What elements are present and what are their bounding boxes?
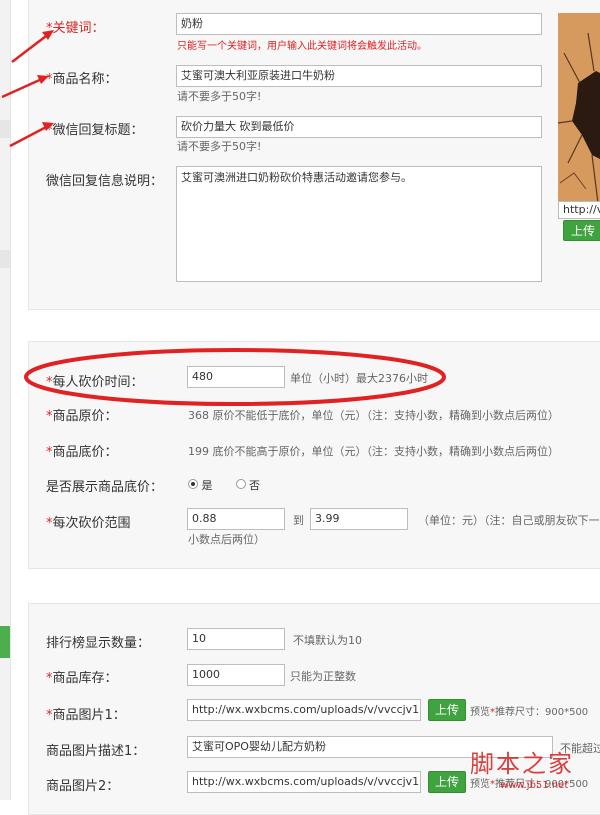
show-floor-yes-label: 是 [201,479,213,492]
image2-upload-button[interactable]: 上传 [428,771,466,793]
rank-count-label: 排行榜显示数量： [46,636,151,651]
image1-desc-label: 商品图片描述1： [46,744,146,759]
original-price-label: *商品原价： [46,409,118,424]
original-price-text: 368 原价不能低于底价，单位（元）（注：支持小数，精确到小数点后两位） [188,409,559,422]
cover-upload-button[interactable]: 上传 [563,220,600,241]
wechat-title-hint: 请不要多于50字! [177,140,262,153]
cut-range-to-text: 到 [293,514,304,527]
cover-image-thumbnail: http://v [558,13,600,219]
wechat-desc-label: 微信回复信息说明： [46,174,164,189]
watermark-url: www.jb51.net [500,780,569,791]
show-floor-no-label: 否 [249,479,260,492]
product-name-input[interactable]: 艾蜜可澳大利亚原装进口牛奶粉 [176,65,542,87]
show-floor-no-radio[interactable] [235,479,246,489]
image1-preview-hint: 预览*推荐尺寸：900*500 [470,707,589,718]
annotation-ellipse [24,348,446,406]
image1-label: *商品图片1： [46,708,126,723]
wechat-title-input[interactable]: 砍价力量大 砍到最低价 [176,116,542,138]
cut-range-hint: （单位：元）（注：自己或朋友砍下一次 [418,514,600,527]
image2-label: 商品图片2： [46,779,120,794]
sidebar-marker [0,250,10,268]
wechat-desc-textarea[interactable]: 艾蜜可澳洲进口奶粉砍价特惠活动邀请您参与。 [176,166,542,282]
cover-url-input[interactable]: http://v [558,201,600,219]
cut-range-min-input[interactable]: 0.88 [187,508,285,530]
watermark-logo: 脚本之家 [470,750,574,778]
image1-upload-button[interactable]: 上传 [428,699,466,721]
show-floor-label: 是否展示商品底价： [46,480,164,495]
rank-count-hint: 不填默认为10 [293,634,362,647]
keyword-input[interactable]: 奶粉 [176,13,542,35]
wechat-title-label: *微信回复标题： [46,123,144,138]
cut-range-max-input[interactable]: 3.99 [310,508,408,530]
floor-price-text: 199 底价不能高于原价，单位（元）（注：支持小数，精确到小数点后两位） [188,445,559,458]
annotation-arrows [1,30,54,148]
show-floor-radio-group: 是 否 [188,477,260,493]
sidebar-active-marker [0,626,10,658]
product-name-hint: 请不要多于50字! [177,90,262,103]
image2-url-input[interactable]: http://wx.wxbcms.com/uploads/v/vvccjv150 [187,771,421,793]
rank-count-input[interactable]: 10 [187,628,285,650]
cut-range-hint-2: 小数点后两位） [188,533,265,546]
image1-preview-link[interactable]: 预览 [470,707,490,718]
floor-price-label: *商品底价： [46,445,118,460]
stock-input[interactable]: 1000 [187,664,285,686]
keyword-hint: 只能写一个关键词，用户输入此关键词将会触发此活动。 [177,41,427,52]
show-floor-yes-radio[interactable] [188,479,198,489]
stock-hint: 只能为正整数 [290,670,356,683]
stock-label: *商品库存： [46,671,118,686]
image2-preview-link[interactable]: 预览 [470,779,490,790]
cut-range-label: *每次砍价范围 [46,516,131,531]
image1-url-input[interactable]: http://wx.wxbcms.com/uploads/v/vvccjv150 [187,699,421,721]
